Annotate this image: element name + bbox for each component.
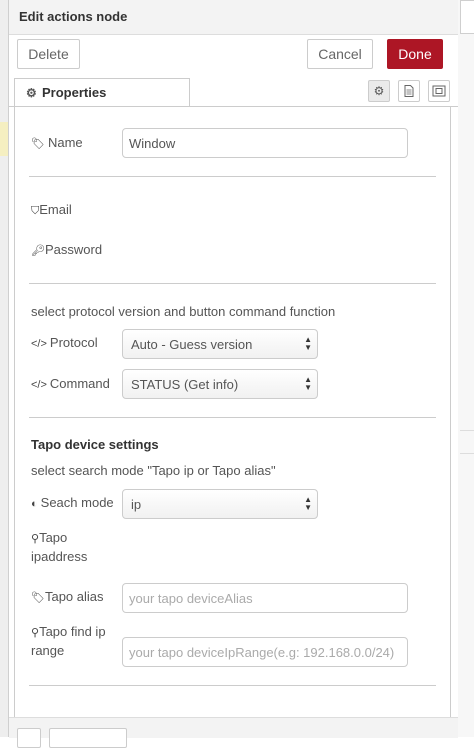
code-icon: </> bbox=[31, 338, 47, 350]
frame-icon bbox=[432, 85, 446, 97]
tab-properties-label: Properties bbox=[42, 85, 107, 100]
workspace-right-edge bbox=[457, 0, 474, 737]
search-mode-select[interactable]: ip ▲ ▼ bbox=[122, 489, 318, 519]
tapo-heading: Tapo device settings bbox=[31, 437, 159, 452]
workspace-left-edge bbox=[0, 0, 9, 737]
footer-toggle-button[interactable] bbox=[17, 728, 41, 748]
shield-icon: ⛉ bbox=[31, 205, 40, 217]
properties-form: 🏷︎Name ⛉Email 🔑︎Password select protocol… bbox=[14, 107, 451, 717]
password-label: 🔑︎Password bbox=[31, 242, 103, 257]
search-heading: select search mode "Tapo ip or Tapo alia… bbox=[31, 463, 276, 478]
name-label: 🏷︎ Name bbox=[31, 135, 83, 150]
resize-handle[interactable] bbox=[460, 430, 474, 454]
document-icon bbox=[404, 85, 414, 97]
tag-icon: 🏷︎ bbox=[31, 138, 45, 150]
gear-icon: ⚙ bbox=[373, 84, 385, 98]
command-label: </> Command bbox=[31, 376, 110, 391]
tapo-alias-input[interactable] bbox=[122, 583, 408, 613]
command-select[interactable]: STATUS (Get info) ▲ ▼ bbox=[122, 369, 318, 399]
name-input[interactable] bbox=[122, 128, 408, 158]
delete-button[interactable]: Delete bbox=[17, 39, 80, 69]
workspace-node-fragment bbox=[0, 122, 8, 156]
search-mode-label: ◐ Seach mode bbox=[31, 495, 114, 510]
email-label: ⛉Email bbox=[31, 202, 72, 217]
divider bbox=[29, 176, 436, 177]
tapo-alias-label: 🏷︎Tapo alias bbox=[31, 589, 104, 604]
tab-properties[interactable]: ⚙ Properties bbox=[14, 78, 190, 106]
divider bbox=[29, 685, 436, 686]
tray-title: Edit actions node bbox=[19, 9, 128, 24]
settings-tab-button[interactable]: ⚙ bbox=[368, 80, 390, 102]
half-circle-icon: ◐ bbox=[31, 498, 38, 510]
tray-header: Edit actions node bbox=[9, 0, 458, 35]
command-select-value: STATUS (Get info) bbox=[131, 377, 239, 392]
map-marker-icon: ⚲ bbox=[31, 627, 40, 639]
tag-icon: 🏷︎ bbox=[31, 592, 45, 604]
protocol-select[interactable]: Auto - Guess version ▲ ▼ bbox=[122, 329, 318, 359]
tapo-find-range-input[interactable] bbox=[122, 637, 408, 667]
footer-enable-button[interactable] bbox=[49, 728, 127, 748]
done-button[interactable]: Done bbox=[387, 39, 443, 69]
select-arrows-icon: ▲ ▼ bbox=[304, 335, 312, 352]
tray-footer bbox=[9, 717, 458, 748]
select-arrows-icon: ▲ ▼ bbox=[304, 495, 312, 512]
divider bbox=[29, 283, 436, 284]
cancel-button[interactable]: Cancel bbox=[307, 39, 373, 69]
description-tab-button[interactable] bbox=[398, 80, 420, 102]
select-arrows-icon: ▲ ▼ bbox=[304, 375, 312, 392]
protocol-heading: select protocol version and button comma… bbox=[31, 304, 336, 319]
edit-node-tray: Edit actions node Delete Cancel Done ⚙ P… bbox=[9, 0, 458, 748]
gear-icon: ⚙ bbox=[26, 86, 37, 100]
workspace-right-box bbox=[460, 0, 474, 34]
protocol-select-value: Auto - Guess version bbox=[131, 337, 253, 352]
search-mode-select-value: ip bbox=[131, 497, 142, 512]
protocol-label: </> Protocol bbox=[31, 335, 98, 350]
divider bbox=[29, 417, 436, 418]
code-icon: </> bbox=[31, 379, 47, 391]
map-marker-icon: ⚲ bbox=[31, 533, 40, 545]
tapo-ipaddress-label: ⚲Tapo ipaddress bbox=[31, 530, 88, 564]
tapo-find-range-label: ⚲Tapo find ip range bbox=[31, 624, 106, 658]
key-icon: 🔑︎ bbox=[31, 245, 45, 257]
appearance-tab-button[interactable] bbox=[428, 80, 450, 102]
